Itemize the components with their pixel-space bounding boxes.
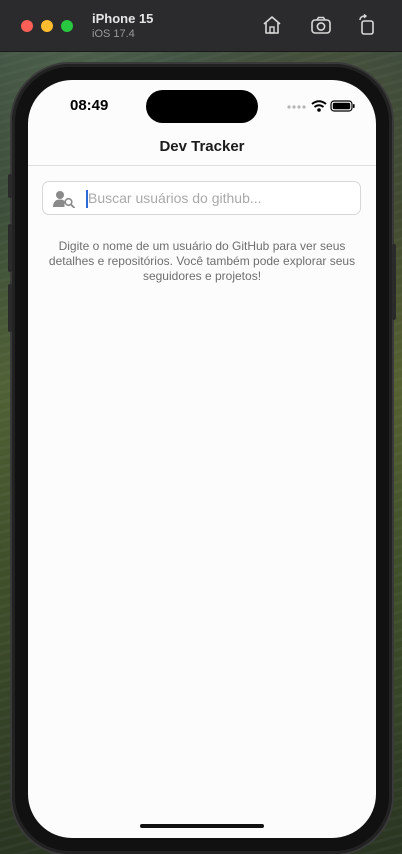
home-icon[interactable] (261, 14, 283, 36)
battery-icon (330, 100, 355, 112)
cellular-dots-icon (287, 105, 306, 109)
home-indicator[interactable] (140, 824, 264, 828)
volume-up-button (8, 224, 12, 272)
zoom-window-button[interactable] (61, 20, 73, 32)
volume-down-button (8, 284, 12, 332)
status-time: 08:49 (70, 97, 109, 114)
dynamic-island (146, 90, 258, 123)
rotate-icon[interactable] (356, 14, 378, 36)
user-search-icon (53, 191, 75, 208)
device-os-version: iOS 17.4 (92, 28, 135, 40)
minimize-window-button[interactable] (41, 20, 53, 32)
device-name: iPhone 15 (92, 11, 154, 26)
status-icons (287, 100, 355, 112)
nav-divider (28, 165, 376, 166)
search-field[interactable] (42, 181, 361, 215)
empty-state-hint: Digite o nome de um usuário do GitHub pa… (48, 239, 356, 283)
power-button (392, 244, 396, 320)
page-title: Dev Tracker (159, 138, 245, 155)
phone-screen: 08:49 Dev Tracker Buscar usuários do git… (28, 80, 376, 838)
iphone-frame: 08:49 Dev Tracker Buscar usuários do git… (8, 64, 396, 854)
camera-icon[interactable] (310, 14, 332, 36)
action-button (8, 174, 12, 198)
wifi-icon (311, 100, 327, 112)
close-window-button[interactable] (21, 20, 33, 32)
search-input[interactable] (88, 182, 350, 214)
simulator-titlebar: iPhone 15 iOS 17.4 (0, 0, 402, 52)
